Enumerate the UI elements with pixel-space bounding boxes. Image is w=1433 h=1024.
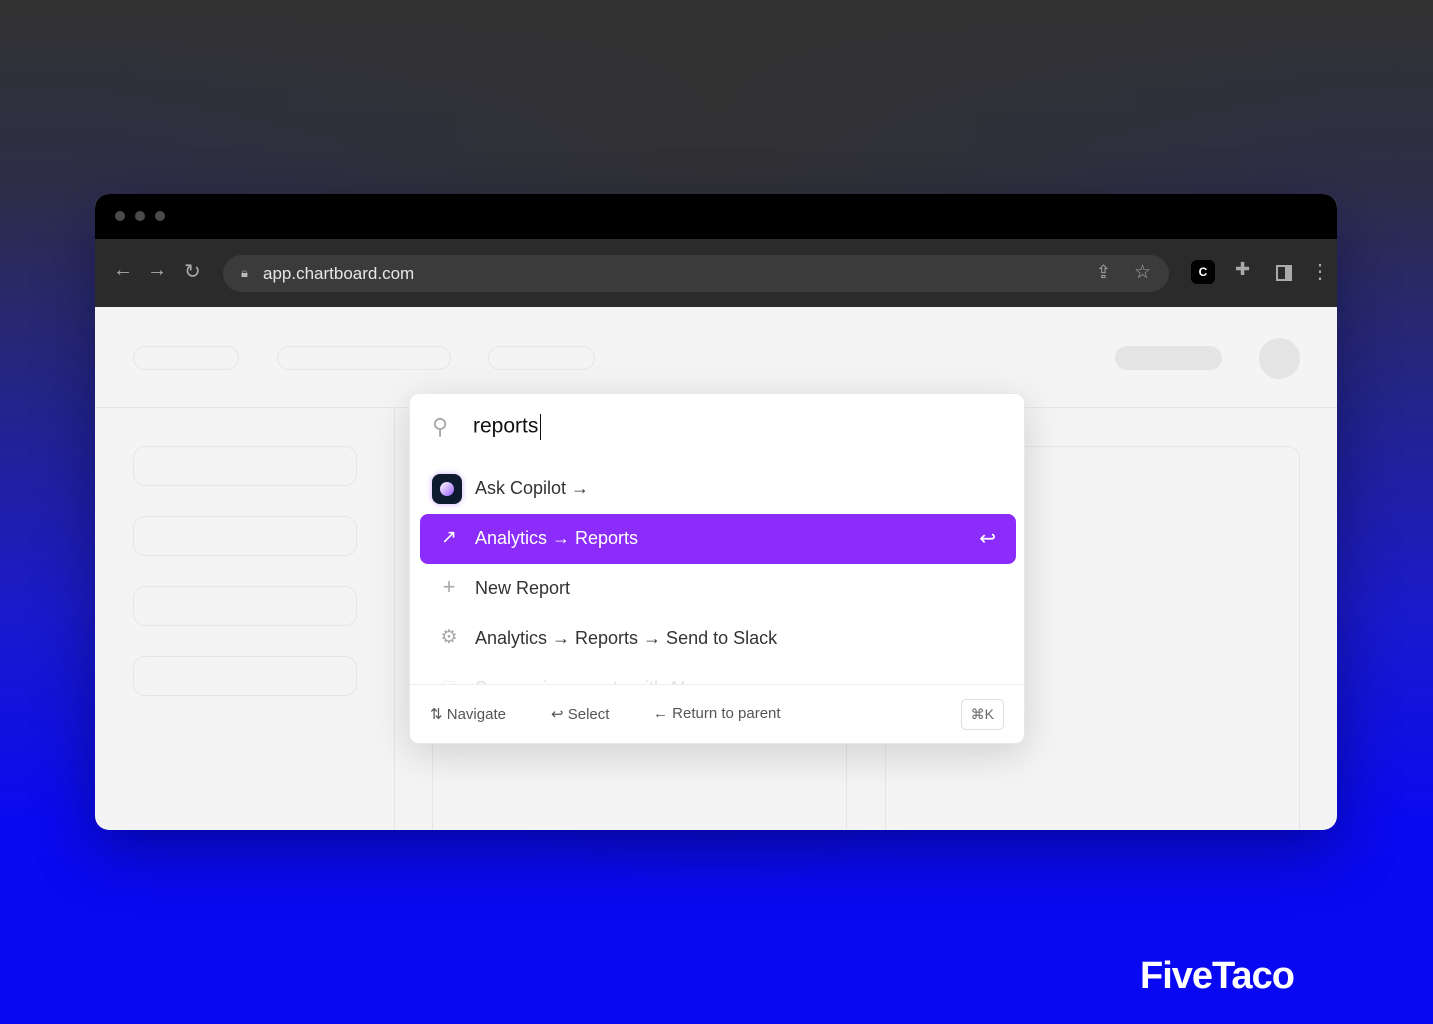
browser-toolbar: ← → ↻ 🔒︎ app.chartboard.com ⇪ ☆ C ✚ ⋮ <box>95 239 1337 307</box>
search-icon: ⚲ <box>432 414 449 439</box>
shortcut-badge: ⌘K <box>960 699 1004 730</box>
plus-icon: + <box>442 574 456 599</box>
search-input[interactable]: reports <box>473 414 542 440</box>
select-hint: ↩ Select <box>551 706 610 723</box>
puzzle-icon[interactable]: ✚ <box>1235 259 1250 280</box>
return-hint: ← Return to parent <box>653 705 781 722</box>
minimize-dot[interactable] <box>135 211 145 221</box>
copilot-icon <box>432 474 462 504</box>
item-label: New Report <box>475 578 571 598</box>
url-text[interactable]: app.chartboard.com <box>263 264 414 284</box>
button-placeholder <box>1115 346 1222 370</box>
command-palette: ⚲ reports Ask Copilot → ↗ Analytics → Re… <box>409 393 1025 744</box>
item-label: Analytics → Reports <box>475 528 639 548</box>
search-query[interactable]: reports <box>473 415 538 438</box>
reload-icon[interactable]: ↻ <box>184 259 201 284</box>
nav-placeholder <box>133 346 239 370</box>
lock-icon: 🔒︎ <box>241 265 248 280</box>
sidebar-icon[interactable] <box>1276 265 1292 281</box>
arrow-up-right-icon: ↗ <box>441 527 457 548</box>
item-label: Ask Copilot → <box>475 478 590 498</box>
nav-placeholder <box>488 346 595 370</box>
extension-icon[interactable]: C <box>1191 260 1215 284</box>
navigate-hint: ⇅ Navigate <box>430 706 506 723</box>
nav-placeholder <box>277 346 451 370</box>
more-icon[interactable]: ⋮ <box>1310 259 1330 284</box>
forward-icon[interactable]: → <box>147 259 167 282</box>
back-icon[interactable]: ← <box>113 259 133 282</box>
title-bar <box>95 194 1337 239</box>
sidebar-placeholder <box>133 656 357 696</box>
sidebar-placeholder <box>133 446 357 486</box>
sidebar-placeholder <box>133 516 357 556</box>
palette-item-analytics-reports[interactable]: ↗ Analytics → Reports ↩ <box>420 514 1016 564</box>
palette-item-new-report[interactable]: + New Report <box>420 564 1016 614</box>
sidebar-placeholder <box>133 586 357 626</box>
brand-logo: FiveTaco <box>1140 955 1295 997</box>
palette-item-ask-copilot[interactable]: Ask Copilot → <box>420 464 1016 514</box>
star-icon[interactable]: ☆ <box>1134 261 1151 284</box>
address-bar[interactable]: 🔒︎ app.chartboard.com ⇪ ☆ <box>223 255 1169 292</box>
enter-return-icon: ↩ <box>979 528 996 550</box>
close-dot[interactable] <box>115 211 125 221</box>
share-icon[interactable]: ⇪ <box>1096 262 1111 283</box>
divider <box>394 408 395 830</box>
maximize-dot[interactable] <box>155 211 165 221</box>
palette-footer: ⇅ Navigate ↩ Select ← Return to parent ⌘… <box>410 684 1024 743</box>
gear-icon: ⚙ <box>440 627 458 648</box>
palette-item-send-to-slack[interactable]: ⚙ Analytics → Reports → Send to Slack <box>420 614 1016 664</box>
avatar <box>1259 338 1300 379</box>
item-label: Analytics → Reports → Send to Slack <box>475 628 778 648</box>
